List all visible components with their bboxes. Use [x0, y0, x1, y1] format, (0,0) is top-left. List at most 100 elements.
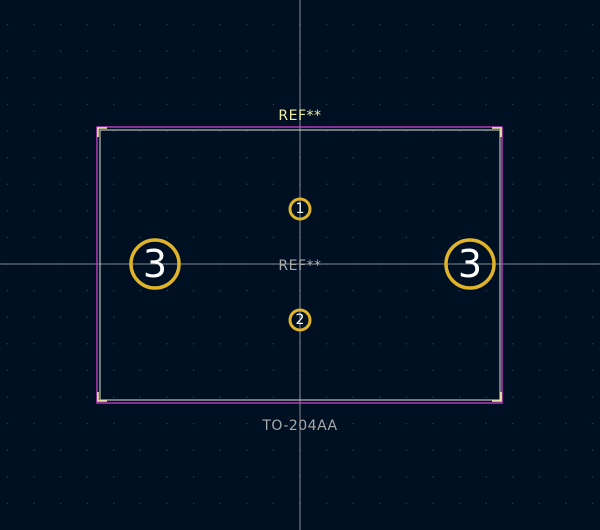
grid-dot — [192, 316, 195, 319]
grid-dot — [272, 316, 275, 319]
grid-dot — [113, 103, 115, 106]
grid-dot — [6, 316, 9, 319]
grid-dot — [113, 316, 115, 319]
grid-dot — [113, 156, 115, 159]
grid-dot — [352, 103, 355, 106]
grid-dot — [352, 502, 355, 505]
grid-dot — [59, 449, 62, 452]
grid-dot — [538, 77, 541, 79]
grid-dot — [6, 343, 9, 345]
grid-dot — [86, 396, 88, 398]
grid-dot — [33, 369, 35, 372]
grid-dot — [325, 183, 328, 185]
grid-dot — [432, 289, 434, 292]
grid-dot — [33, 449, 35, 452]
grid-dot — [272, 156, 275, 159]
grid-dot — [485, 289, 488, 292]
grid-dot — [432, 396, 434, 398]
grid-dot — [458, 23, 461, 26]
pad-3-right-number: 3 — [457, 242, 483, 286]
grid-dot — [325, 210, 328, 212]
reference-designator-fab[interactable]: REF** — [278, 258, 321, 274]
grid-dot — [512, 23, 514, 26]
grid-dot — [166, 502, 168, 505]
grid-dot — [379, 77, 381, 79]
grid-dot — [485, 23, 488, 26]
grid-dot — [458, 289, 461, 292]
grid-dot — [33, 156, 35, 159]
grid-dot — [139, 50, 142, 52]
grid-dot — [485, 183, 488, 185]
grid-dot — [432, 343, 434, 345]
grid-dot — [352, 210, 355, 212]
grid-dot — [139, 103, 142, 106]
grid-dot — [33, 343, 35, 345]
grid-dot — [139, 502, 142, 505]
grid-dot — [246, 396, 248, 398]
grid-dot — [139, 476, 142, 478]
grid-dot — [405, 50, 408, 52]
grid-dot — [33, 23, 35, 26]
grid-dot — [59, 289, 62, 292]
grid-dot — [512, 449, 514, 452]
grid-dot — [512, 316, 514, 319]
grid-dot — [246, 103, 248, 106]
grid-dot — [538, 130, 541, 132]
pad-2-number: 2 — [295, 312, 305, 328]
grid-dot — [565, 50, 567, 52]
grid-dot — [113, 369, 115, 372]
grid-dot — [379, 50, 381, 52]
grid-dot — [113, 23, 115, 26]
grid-dot — [219, 77, 221, 79]
grid-dot — [405, 183, 408, 185]
grid-dot — [538, 23, 541, 26]
grid-dot — [538, 449, 541, 452]
grid-dot — [246, 476, 248, 478]
grid-dot — [485, 369, 488, 372]
grid-dot — [166, 50, 168, 52]
grid-dot — [113, 449, 115, 452]
grid-dot — [352, 183, 355, 185]
grid-dot — [246, 236, 248, 239]
grid-dot — [432, 422, 434, 425]
pcb-editor-canvas[interactable]: REF** REF** TO-204AA 1 2 3 3 — [0, 0, 600, 530]
grid-dot — [86, 236, 88, 239]
grid-dot — [86, 50, 88, 52]
grid-dot — [458, 210, 461, 212]
grid-dot — [272, 289, 275, 292]
grid-dot — [512, 396, 514, 398]
grid-dot — [33, 422, 35, 425]
grid-dot — [6, 396, 9, 398]
footprint-value-label[interactable]: TO-204AA — [262, 418, 337, 434]
grid-dot — [272, 103, 275, 106]
grid-dot — [272, 183, 275, 185]
grid-dot — [166, 183, 168, 185]
grid-dot — [166, 23, 168, 26]
grid-dot — [458, 236, 461, 239]
grid-dot — [166, 77, 168, 79]
grid-dot — [33, 316, 35, 319]
grid-dot — [192, 183, 195, 185]
grid-dot — [565, 343, 567, 345]
grid-dot — [86, 422, 88, 425]
grid-dot — [512, 130, 514, 132]
grid-dot — [538, 236, 541, 239]
grid-dot — [538, 396, 541, 398]
grid-dot — [219, 502, 221, 505]
grid-dot — [59, 476, 62, 478]
grid-dot — [405, 77, 408, 79]
grid-dot — [512, 210, 514, 212]
grid-dot — [379, 396, 381, 398]
reference-designator-silk[interactable]: REF** — [278, 108, 321, 124]
grid-dot — [458, 156, 461, 159]
grid-dot — [591, 369, 594, 372]
grid-dot — [485, 449, 488, 452]
grid-dot — [325, 103, 328, 106]
grid-dot — [113, 343, 115, 345]
grid-dot — [59, 369, 62, 372]
grid-dot — [246, 156, 248, 159]
grid-dot — [565, 103, 567, 106]
grid-dot — [432, 449, 434, 452]
grid-dot — [59, 103, 62, 106]
grid-dot — [325, 316, 328, 319]
